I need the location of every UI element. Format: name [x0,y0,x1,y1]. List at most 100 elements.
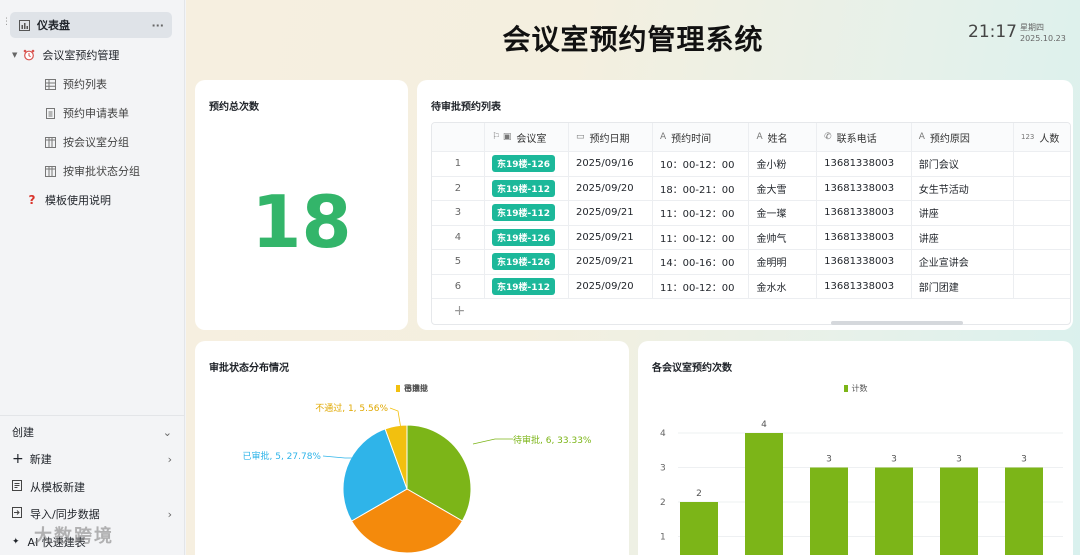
cell-count[interactable] [1014,275,1070,299]
cell-count[interactable] [1014,152,1070,176]
cell-time[interactable]: 11：00-12：00 [653,201,750,225]
cell-date[interactable]: 2025/09/21 [569,225,653,249]
cell-name[interactable]: 金帅气 [749,225,818,249]
row-number[interactable]: 1 [432,152,485,176]
bar[interactable] [1005,467,1043,555]
cell-reason[interactable]: 部门团建 [912,274,1014,298]
import-sync-button[interactable]: 导入/同步数据 › [12,506,172,522]
cell-phone[interactable]: 13681338003 [817,152,912,176]
dashboard-icon [18,19,30,31]
row-number[interactable]: 6 [432,274,485,298]
sidebar-item-label: 按会议室分组 [63,136,129,149]
bar[interactable] [940,467,978,555]
cell-time[interactable]: 18：00-21：00 [653,176,750,200]
column-header-date[interactable]: ▭ 预约日期 [569,123,653,151]
cell-phone[interactable]: 13681338003 [817,274,912,298]
cell-phone[interactable]: 13681338003 [817,201,912,225]
bar[interactable] [745,433,783,555]
cell-count[interactable] [1014,250,1070,274]
chevron-down-icon: ⌄ [162,425,172,439]
cell-reason[interactable]: 部门会议 [912,152,1014,176]
table-row[interactable]: 6 东19楼-112 2025/09/20 11：00-12：00 金水水 1368133… [432,274,1070,299]
sidebar-item-booking-list[interactable]: 预约列表 [10,71,172,97]
cell-name[interactable]: 金大雪 [749,176,818,200]
table-row[interactable]: 2 东19楼-112 2025/09/20 18：00-21：00 金大雪 1368133… [432,176,1070,201]
y-tick-label: 3 [660,464,666,474]
import-sync-label: 导入/同步数据 [30,508,100,521]
add-row-icon[interactable]: + [432,299,487,323]
cell-reason[interactable]: 讲座 [912,201,1014,225]
column-header-phone[interactable]: ✆ 联系电话 [817,123,912,151]
cell-date[interactable]: 2025/09/21 [569,250,653,274]
cell-date[interactable]: 2025/09/20 [569,176,653,200]
cell-date[interactable]: 2025/09/20 [569,274,653,298]
import-icon [12,507,22,521]
column-header-time[interactable]: A 预约时间 [653,123,750,151]
cell-name[interactable]: 金小粉 [749,152,818,176]
column-header-reason[interactable]: A 预约原因 [912,123,1014,151]
cell-time[interactable]: 11：00-12：00 [653,225,750,249]
cell-name[interactable]: 金一璨 [749,201,818,225]
sidebar-item-dashboard[interactable]: 仪表盘 ··· [10,12,172,38]
cell-reason[interactable]: 女生节活动 [912,176,1014,200]
weekday: 星期四 [1020,23,1044,32]
cell-reason[interactable]: 讲座 [912,225,1014,249]
cell-name[interactable]: 金明明 [749,250,818,274]
row-number[interactable]: 3 [432,201,485,225]
cell-reason[interactable]: 企业宣讲会 [912,250,1014,274]
column-header-count[interactable]: 123 人数 [1014,123,1070,151]
row-number[interactable]: 2 [432,176,485,200]
table-row[interactable]: 1 东19楼-126 2025/09/16 10：00-12：00 金小粉 1368133… [432,152,1070,177]
cell-room[interactable]: 东19楼-126 [485,250,569,274]
cell-count[interactable] [1014,201,1070,225]
cell-room[interactable]: 东19楼-126 [485,225,569,249]
create-section-toggle[interactable]: 创建 ⌄ [12,424,172,440]
cell-phone[interactable]: 13681338003 [817,176,912,200]
cell-time[interactable]: 11：00-12：00 [653,274,750,298]
sidebar-item-group-by-room[interactable]: 按会议室分组 [10,129,172,155]
plus-icon: + [12,450,24,467]
sidebar-item-label: 预约列表 [63,78,107,91]
sidebar-group-meeting[interactable]: ▼ 会议室预约管理 [10,42,172,68]
column-header-room[interactable]: ⚐ ▣ 会议室 [485,123,569,151]
sidebar-item-booking-form[interactable]: 预约申请表单 [10,100,172,126]
new-button[interactable]: + 新建 › [12,451,172,467]
cell-count[interactable] [1014,177,1070,201]
caret-down-icon[interactable]: ▼ [12,51,17,59]
cell-room[interactable]: 东19楼-112 [485,274,569,298]
column-label: 会议室 [516,133,547,145]
table-row[interactable]: 4 东19楼-126 2025/09/21 11：00-12：00 金帅气 1368133… [432,225,1070,250]
bar-value-label: 2 [696,489,702,499]
cell-phone[interactable]: 13681338003 [817,250,912,274]
sidebar-item-label: 按审批状态分组 [63,165,140,178]
cell-phone[interactable]: 13681338003 [817,225,912,249]
horizontal-scrollbar[interactable] [831,321,963,325]
bar[interactable] [810,467,848,555]
more-icon[interactable]: ··· [151,19,164,32]
sidebar-item-group-by-status[interactable]: 按审批状态分组 [10,158,172,184]
cell-room[interactable]: 东19楼-112 [485,176,569,200]
bar-chart: 1 2 3 4 2 4 3 3 3 3 [660,420,1063,555]
cell-date[interactable]: 2025/09/21 [569,201,653,225]
sidebar-item-label: 仪表盘 [37,19,70,32]
new-label: 新建 [29,453,52,466]
cell-time[interactable]: 14：00-16：00 [653,250,750,274]
bar[interactable] [875,467,913,555]
from-template-button[interactable]: 从模板新建 [12,479,172,495]
column-header-name[interactable]: A 姓名 [749,123,818,151]
cell-room[interactable]: 东19楼-112 [485,201,569,225]
sidebar-item-help[interactable]: ? 模板使用说明 [10,187,172,213]
cell-count[interactable] [1014,226,1070,250]
row-number[interactable]: 5 [432,250,485,274]
cell-date[interactable]: 2025/09/16 [569,152,653,176]
table-row[interactable]: 3 东19楼-112 2025/09/21 11：00-12：00 金一璨 1368133… [432,201,1070,226]
cell-time[interactable]: 10：00-12：00 [653,152,750,176]
y-tick-label: 4 [660,429,666,439]
bar[interactable] [680,502,718,555]
add-row[interactable]: + [432,299,1070,323]
table-row[interactable]: 5 东19楼-126 2025/09/21 14：00-16：00 金明明 1368133… [432,250,1070,275]
cell-room[interactable]: 东19楼-126 [485,152,569,176]
row-number[interactable]: 4 [432,225,485,249]
cell-name[interactable]: 金水水 [749,274,818,298]
from-template-label: 从模板新建 [30,481,85,494]
